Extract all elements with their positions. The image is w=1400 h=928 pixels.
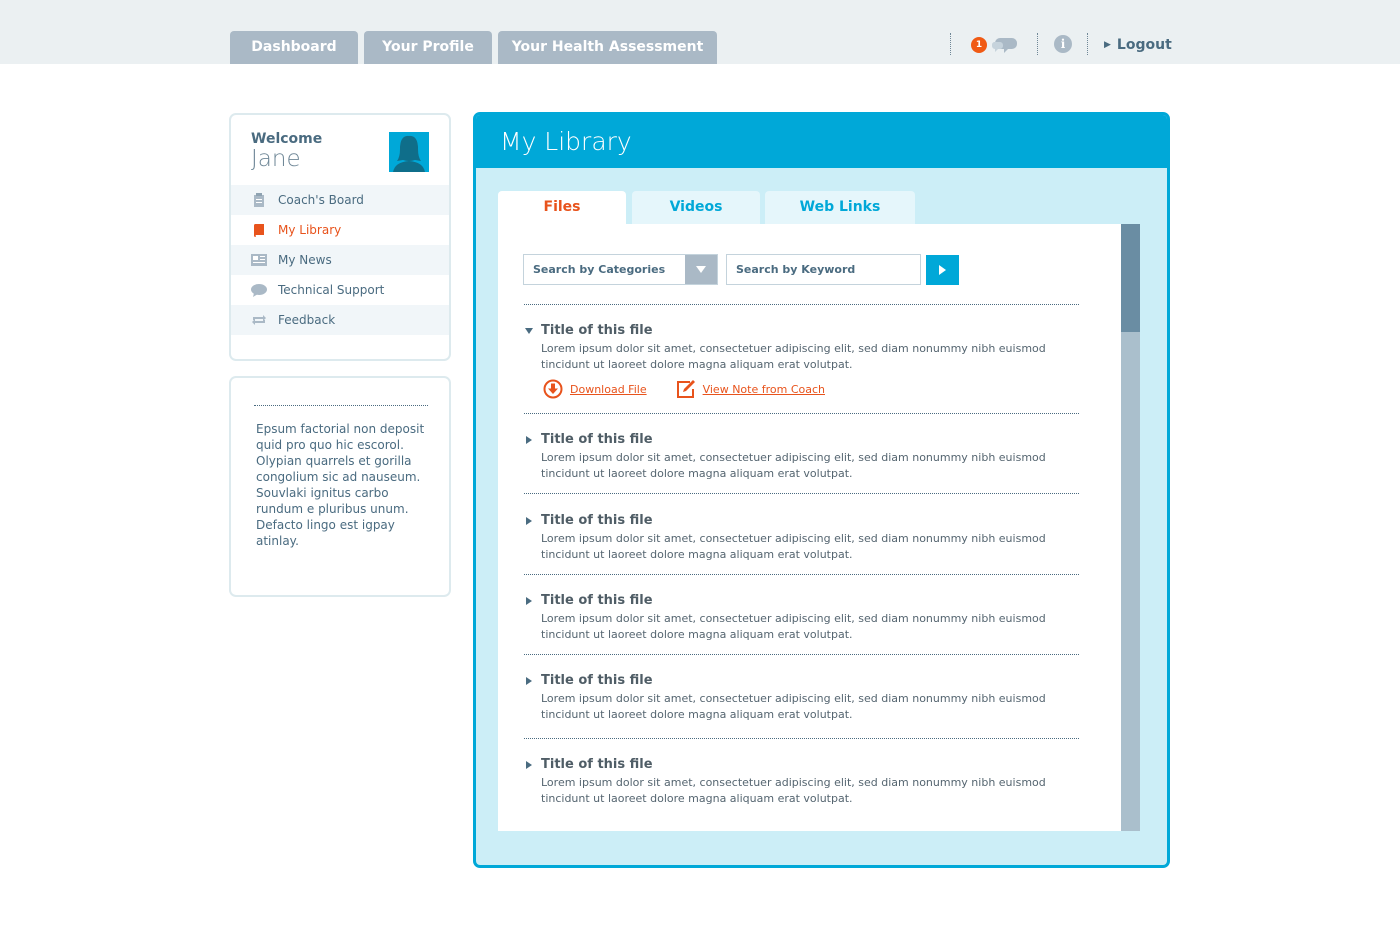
user-name: Jane [251,146,301,172]
file-description: Lorem ipsum dolor sit amet, consectetuer… [541,776,1046,805]
caret-right-icon[interactable] [524,760,534,770]
caret-right-icon[interactable] [524,435,534,445]
file-description: Lorem ipsum dolor sit amet, consectetuer… [541,451,1046,480]
info-card: Epsum factorial non deposit quid pro quo… [229,376,451,597]
file-title[interactable]: Title of this file [541,323,653,338]
keyword-search-input[interactable] [726,254,921,285]
info-icon[interactable]: i [1054,35,1072,53]
avatar[interactable] [389,132,429,172]
file-title[interactable]: Title of this file [541,513,653,528]
page-title: My Library [500,127,632,156]
divider [950,33,951,55]
sidebar-item-my-news[interactable]: My News [231,245,449,275]
clipboard-icon [251,192,267,208]
sidebar-item-my-library[interactable]: My Library [231,215,449,245]
divider [524,738,1079,739]
download-file-label: Download File [570,382,647,396]
divider [254,405,428,406]
divider [524,413,1079,414]
tab-your-profile[interactable]: Your Profile [364,31,492,64]
sidebar-item-label: My News [278,253,332,267]
caret-right-icon[interactable] [524,516,534,526]
file-list-area: Search by Categories Title of this file … [498,224,1121,831]
file-description: Lorem ipsum dolor sit amet, consectetuer… [541,692,1046,721]
play-arrow-icon: ▶ [1104,40,1111,50]
download-icon [543,379,563,399]
sidebar-nav: Coach's Board My Library My News Technic… [231,185,449,335]
file-title[interactable]: Title of this file [541,673,653,688]
caret-right-icon[interactable] [524,596,534,606]
file-description: Lorem ipsum dolor sit amet, consectetuer… [541,532,1046,561]
caret-down-icon[interactable] [524,326,534,336]
file-title[interactable]: Title of this file [541,432,653,447]
divider [1087,33,1088,55]
file-item: Title of this file Lorem ipsum dolor sit… [524,323,1079,403]
repeat-arrows-icon [251,312,267,328]
category-select-label: Search by Categories [533,263,666,276]
divider [524,574,1079,575]
view-note-link[interactable]: View Note from Coach [676,379,825,399]
sidebar-item-label: My Library [278,223,342,237]
search-go-button[interactable] [926,255,959,285]
logout-link[interactable]: ▶ Logout [1104,37,1172,53]
sidebar-item-label: Feedback [278,313,336,327]
file-actions: Download File View Note from Coach [543,379,825,399]
scrollbar[interactable] [1121,224,1140,831]
file-item: Title of this file Lorem ipsum dolor sit… [524,593,1079,641]
tab-files[interactable]: Files [498,191,626,224]
welcome-label: Welcome [251,131,323,147]
file-title[interactable]: Title of this file [541,593,653,608]
file-item: Title of this file Lorem ipsum dolor sit… [524,757,1079,805]
library-panel: My Library Files Videos Web Links Search… [473,112,1170,868]
scrollbar-thumb[interactable] [1121,224,1140,332]
divider [524,493,1079,494]
book-icon [251,222,267,238]
tab-health-assessment[interactable]: Your Health Assessment [498,31,717,64]
person-silhouette-icon [393,135,425,172]
divider [524,654,1079,655]
caret-right-icon[interactable] [524,676,534,686]
logout-label: Logout [1116,37,1172,53]
file-description: Lorem ipsum dolor sit amet, consectetuer… [541,612,1046,641]
divider [524,304,1079,305]
sidebar-item-feedback[interactable]: Feedback [231,305,449,335]
view-note-label: View Note from Coach [702,382,825,396]
panel-header: My Library [476,115,1167,168]
speech-bubble-icon [251,282,267,298]
sidebar-item-coachs-board[interactable]: Coach's Board [231,185,449,215]
file-item: Title of this file Lorem ipsum dolor sit… [524,673,1079,721]
divider [1037,33,1038,55]
file-title[interactable]: Title of this file [541,757,653,772]
user-nav-card: Welcome Jane Coach's Board My Library My… [229,113,451,361]
info-text: Epsum factorial non deposit quid pro quo… [256,422,425,548]
sidebar-item-technical-support[interactable]: Technical Support [231,275,449,305]
chevron-down-icon[interactable] [685,255,717,284]
file-description: Lorem ipsum dolor sit amet, consectetuer… [541,342,1046,371]
sidebar-item-label: Coach's Board [278,193,364,207]
file-item: Title of this file Lorem ipsum dolor sit… [524,432,1079,480]
download-file-link[interactable]: Download File [543,379,647,399]
notification-badge[interactable]: 1 [971,37,987,53]
tab-web-links[interactable]: Web Links [765,191,915,224]
sidebar-item-label: Technical Support [278,283,385,297]
edit-note-icon [676,380,695,398]
newspaper-icon [251,252,267,268]
file-item: Title of this file Lorem ipsum dolor sit… [524,513,1079,561]
top-bar: Dashboard Your Profile Your Health Asses… [0,0,1400,64]
chat-bubbles-icon[interactable] [991,35,1019,55]
tab-dashboard[interactable]: Dashboard [230,31,358,64]
category-select[interactable]: Search by Categories [523,254,718,285]
tab-videos[interactable]: Videos [632,191,760,224]
